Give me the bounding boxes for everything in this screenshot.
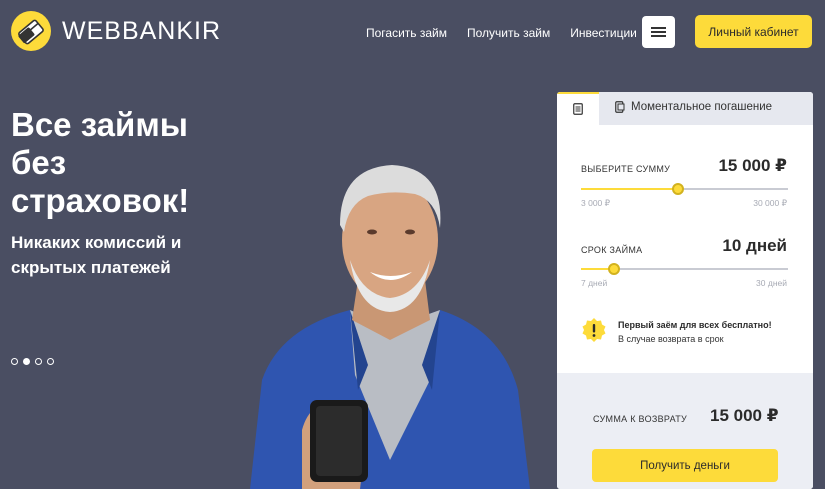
personal-cabinet-button[interactable]: Личный кабинет — [695, 15, 812, 48]
brand-name: WEBBANKIR — [62, 16, 222, 45]
calculator-tabs: Моментальное погашение — [557, 92, 813, 125]
nav-item-investments[interactable]: Инвестиции — [570, 26, 637, 40]
slider-dots — [11, 358, 54, 365]
hero-title: Все займы без страховок! — [11, 106, 231, 220]
slider-dot[interactable] — [47, 358, 54, 365]
slider-dot[interactable] — [23, 358, 30, 365]
hero-title-line: без — [11, 144, 67, 181]
hero-subtitle-line: скрытых платежей — [11, 258, 171, 277]
hero-subtitle: Никаких комиссий и скрытых платежей — [11, 230, 231, 280]
slider-thumb[interactable] — [608, 263, 621, 275]
hamburger-icon[interactable] — [642, 16, 675, 48]
amount-slider[interactable] — [581, 183, 788, 195]
slider-thumb[interactable] — [672, 183, 685, 195]
nav-item-get-loan[interactable]: Получить займ — [467, 26, 550, 40]
total-value: 15 000 ₽ — [710, 406, 779, 425]
amount-max: 30 000 ₽ — [753, 198, 787, 208]
slider-dot[interactable] — [35, 358, 42, 365]
logo-icon — [11, 11, 51, 51]
term-min: 7 дней — [581, 278, 608, 288]
nav-item-repay[interactable]: Погасить займ — [366, 26, 447, 40]
get-money-button[interactable]: Получить деньги — [592, 449, 778, 482]
hero-person-image — [250, 165, 530, 489]
tab-label: Моментальное погашение — [631, 101, 773, 113]
slider-fill — [581, 188, 679, 190]
hero-title-line: страховок! — [11, 182, 190, 219]
notice-text: В случае возврата в срок — [618, 334, 724, 344]
hero-subtitle-line: Никаких комиссий и — [11, 233, 182, 252]
amount-label: ВЫБЕРИТЕ СУММУ — [581, 164, 671, 174]
document-icon — [573, 103, 583, 115]
hero-title-line: Все займы — [11, 106, 188, 143]
notice-title: Первый заём для всех бесплатно! — [618, 320, 772, 330]
term-label: СРОК ЗАЙМА — [581, 245, 643, 255]
term-max: 30 дней — [756, 278, 787, 288]
site-header: WEBBANKIR Погасить займ Получить займ Ин… — [0, 0, 825, 64]
phone-icon — [615, 101, 625, 113]
loan-calculator: Моментальное погашение ВЫБЕРИТЕ СУММУ 15… — [557, 92, 813, 489]
calculator-summary: СУММА К ВОЗВРАТУ 15 000 ₽ Получить деньг… — [557, 373, 813, 489]
slider-dot[interactable] — [11, 358, 18, 365]
main-nav: Погасить займ Получить займ Инвестиции — [366, 26, 637, 40]
total-label: СУММА К ВОЗВРАТУ — [593, 414, 688, 424]
tab-document[interactable] — [557, 92, 599, 125]
term-slider[interactable] — [581, 263, 788, 275]
amount-min: 3 000 ₽ — [581, 198, 611, 208]
tab-instant-repayment[interactable]: Моментальное погашение — [615, 101, 772, 113]
term-value: 10 дней — [722, 236, 787, 255]
alert-icon — [582, 318, 606, 342]
amount-value: 15 000 ₽ — [718, 156, 787, 175]
logo[interactable]: WEBBANKIR — [11, 11, 221, 51]
